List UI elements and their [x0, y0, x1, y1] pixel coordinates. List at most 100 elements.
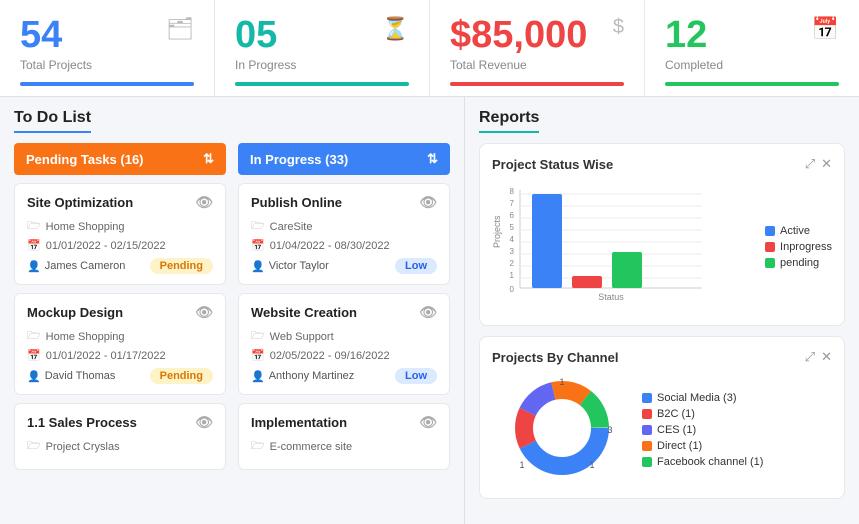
legend-label-social: Social Media (3): [657, 392, 736, 404]
svg-text:4: 4: [510, 235, 515, 244]
task-project-website: 🗁 Web Support: [251, 327, 437, 346]
person-icon2: 👤: [27, 370, 41, 383]
svg-text:8: 8: [510, 187, 515, 196]
legend-label-facebook: Facebook channel (1): [657, 456, 763, 468]
todo-section-title: To Do List: [14, 109, 91, 133]
todo-columns: Pending Tasks (16) ⇅ Site Optimization 👁…: [14, 143, 450, 478]
task-title-mockup: Mockup Design 👁: [27, 304, 213, 321]
bar-chart-area: Projects 0 1 2 3 4 5 6 7 8: [492, 180, 832, 313]
svg-text:2: 2: [510, 259, 515, 268]
task-assignee-site-opt: 👤 James Cameron: [27, 260, 125, 273]
stat-label-completed: Completed: [665, 58, 839, 72]
bar-chart-card: Project Status Wise ⤢ ✕ Projects 0: [479, 143, 845, 326]
legend-dot-active: [765, 226, 775, 236]
task-title-impl: Implementation 👁: [251, 414, 437, 431]
task-assignee-mockup: 👤 David Thomas: [27, 370, 115, 383]
svg-text:1: 1: [559, 377, 564, 387]
badge-site-opt: Pending: [150, 258, 213, 274]
svg-text:6: 6: [510, 211, 515, 220]
close-icon-donut-chart[interactable]: ✕: [821, 349, 832, 365]
calendar-icon-task: 📅: [27, 239, 41, 252]
pending-col-header: Pending Tasks (16) ⇅: [14, 143, 226, 175]
eye-icon-sales[interactable]: 👁: [195, 414, 213, 431]
donut-chart-card: Projects By Channel ⤢ ✕: [479, 336, 845, 499]
person-icon4: 👤: [251, 260, 265, 273]
eye-icon-mockup[interactable]: 👁: [195, 304, 213, 321]
donut-chart-area: 1 3 1 1 Social Media (3) B2C (1): [492, 373, 832, 486]
task-project-publish: 🗁 CareSite: [251, 217, 437, 236]
legend-dot-b2c: [642, 409, 652, 419]
legend-pending: pending: [765, 257, 832, 269]
task-project-mockup: 🗁 Home Shopping: [27, 327, 213, 346]
legend-label-inprogress: Inprogress: [780, 241, 832, 253]
svg-text:3: 3: [607, 425, 612, 435]
svg-text:1: 1: [519, 460, 524, 470]
stat-number-total-revenue: $85,000: [450, 16, 624, 54]
task-card-implementation: Implementation 👁 🗁 E-commerce site: [238, 403, 450, 470]
expand-icon[interactable]: ⤢: [805, 156, 815, 172]
stat-bar-total-revenue: [450, 82, 624, 86]
legend-label-active: Active: [780, 225, 810, 237]
folder-icon-task3: 🗁: [27, 437, 41, 456]
eye-icon-website[interactable]: 👁: [419, 304, 437, 321]
sort-icon-inprogress[interactable]: ⇅: [427, 151, 438, 167]
task-title-publish: Publish Online 👁: [251, 194, 437, 211]
stat-bar-in-progress: [235, 82, 409, 86]
donut-svg-wrap: 1 3 1 1: [492, 373, 632, 486]
stats-bar: 54 Total Projects 🗂 05 In Progress ⏳ $85…: [0, 0, 859, 97]
stat-bar-total-projects: [20, 82, 194, 86]
legend-dot-facebook: [642, 457, 652, 467]
legend-dot-pending: [765, 258, 775, 268]
eye-icon-impl[interactable]: 👁: [419, 414, 437, 431]
legend-direct: Direct (1): [642, 440, 763, 452]
stat-completed: 12 Completed 📅: [645, 0, 859, 96]
calendar-icon-task5: 📅: [251, 349, 265, 362]
task-card-sales-process: 1.1 Sales Process 👁 🗁 Project Cryslas: [14, 403, 226, 470]
task-card-publish-online: Publish Online 👁 🗁 CareSite 📅 01/04/2022…: [238, 183, 450, 285]
task-project-site-opt: 🗁 Home Shopping: [27, 217, 213, 236]
eye-icon-site-opt[interactable]: 👁: [195, 194, 213, 211]
svg-text:7: 7: [510, 199, 515, 208]
expand-icon-donut[interactable]: ⤢: [805, 349, 815, 365]
badge-publish: Low: [395, 258, 437, 274]
left-panel: To Do List Pending Tasks (16) ⇅ Site Opt…: [0, 97, 465, 524]
bar-chart-svg: Projects 0 1 2 3 4 5 6 7 8: [492, 180, 757, 313]
pending-column: Pending Tasks (16) ⇅ Site Optimization 👁…: [14, 143, 226, 478]
donut-chart-actions: ⤢ ✕: [805, 349, 832, 365]
task-title-sales: 1.1 Sales Process 👁: [27, 414, 213, 431]
task-footer-site-opt: 👤 James Cameron Pending: [27, 258, 213, 274]
legend-dot-inprogress: [765, 242, 775, 252]
bar-chart-header: Project Status Wise ⤢ ✕: [492, 156, 832, 172]
legend-facebook: Facebook channel (1): [642, 456, 763, 468]
task-title-website: Website Creation 👁: [251, 304, 437, 321]
bar-chart-actions: ⤢ ✕: [805, 156, 832, 172]
folder-icon-task4: 🗁: [251, 217, 265, 236]
svg-text:1: 1: [510, 271, 515, 280]
task-assignee-website: 👤 Anthony Martinez: [251, 370, 354, 383]
donut-chart-legend: Social Media (3) B2C (1) CES (1) Direct …: [642, 392, 763, 468]
legend-ces: CES (1): [642, 424, 763, 436]
sort-icon-pending[interactable]: ⇅: [203, 151, 214, 167]
reports-section-title: Reports: [479, 109, 539, 133]
inprogress-col-header: In Progress (33) ⇅: [238, 143, 450, 175]
svg-text:5: 5: [510, 223, 515, 232]
stat-label-total-revenue: Total Revenue: [450, 58, 624, 72]
legend-dot-direct: [642, 441, 652, 451]
folder-icon: 🗂: [166, 16, 194, 42]
person-icon: 👤: [27, 260, 41, 273]
legend-label-pending: pending: [780, 257, 819, 269]
stat-bar-completed: [665, 82, 839, 86]
folder-icon-task5: 🗁: [251, 327, 265, 346]
task-assignee-publish: 👤 Victor Taylor: [251, 260, 329, 273]
legend-label-b2c: B2C (1): [657, 408, 695, 420]
eye-icon-publish[interactable]: 👁: [419, 194, 437, 211]
close-icon-bar-chart[interactable]: ✕: [821, 156, 832, 172]
folder-icon-task: 🗁: [27, 217, 41, 236]
task-project-sales: 🗁 Project Cryslas: [27, 437, 213, 456]
legend-dot-ces: [642, 425, 652, 435]
folder-icon-task2: 🗁: [27, 327, 41, 346]
task-dates-publish: 📅 01/04/2022 - 08/30/2022: [251, 239, 437, 252]
legend-social-media: Social Media (3): [642, 392, 763, 404]
task-footer-mockup: 👤 David Thomas Pending: [27, 368, 213, 384]
bar-chart-title: Project Status Wise: [492, 157, 613, 172]
